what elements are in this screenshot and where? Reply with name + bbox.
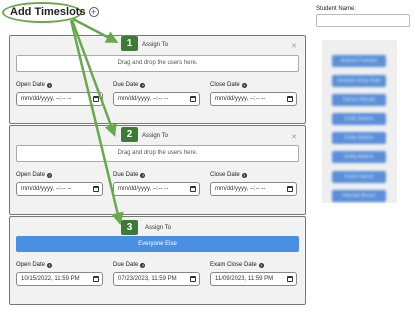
close-date-input[interactable]: mm/dd/yyyy, --:-- --	[210, 92, 297, 106]
student-search-input[interactable]	[316, 14, 410, 27]
open-date-label: Open Date?	[16, 262, 53, 268]
calendar-icon[interactable]	[190, 96, 196, 102]
add-timeslots-header: Add Timeslots +	[10, 6, 99, 18]
everyone-else-button[interactable]: Everyone Else	[16, 236, 299, 252]
open-date-input[interactable]: mm/dd/yyyy, --:-- --	[16, 92, 103, 106]
student-chip[interactable]: Hannah Brown	[332, 190, 386, 202]
due-date-input[interactable]: mm/dd/yyyy, --:-- --	[113, 182, 200, 196]
calendar-icon[interactable]	[287, 276, 293, 282]
due-date-input[interactable]: mm/dd/yyyy, --:-- --	[113, 92, 200, 106]
open-date-label: Open Date?	[16, 172, 53, 178]
student-chip[interactable]: Emily Adams	[332, 151, 386, 163]
close-date-label: Close Date?	[210, 82, 247, 88]
student-chip[interactable]: Emily Adams	[332, 113, 386, 125]
student-chip[interactable]: Antonio Fuentes	[332, 55, 386, 67]
step-badge-3: 3	[121, 220, 138, 235]
help-icon: ?	[241, 82, 247, 88]
due-date-label: Due Date?	[113, 262, 146, 268]
timeslot-panel-3: 3 Assign To Everyone Else Open Date? 10/…	[9, 216, 306, 305]
open-date-input[interactable]: mm/dd/yyyy, --:-- --	[16, 182, 103, 196]
calendar-icon[interactable]	[287, 186, 293, 192]
close-date-label: Close Date?	[210, 172, 247, 178]
close-icon[interactable]: ✕	[291, 133, 297, 141]
close-date-input[interactable]: mm/dd/yyyy, --:-- --	[210, 182, 297, 196]
student-name-label: Student Name:	[316, 6, 357, 12]
exam-close-date-input[interactable]: 11/09/2023, 11:59 PM	[210, 272, 297, 286]
help-icon: ?	[258, 262, 264, 268]
student-chip[interactable]: Emily Adams	[332, 132, 386, 144]
calendar-icon[interactable]	[93, 276, 99, 282]
user-drop-zone[interactable]: Drag and drop the users here.	[16, 55, 299, 72]
user-drop-zone[interactable]: Drag and drop the users here.	[16, 145, 299, 162]
assign-to-label: Assign To	[145, 225, 171, 231]
help-icon: ?	[47, 262, 53, 268]
due-date-label: Due Date?	[113, 82, 146, 88]
help-icon: ?	[140, 172, 146, 178]
calendar-icon[interactable]	[93, 186, 99, 192]
plus-circle-icon[interactable]: +	[88, 7, 99, 17]
open-date-input[interactable]: 10/15/2022, 11:59 PM	[16, 272, 103, 286]
calendar-icon[interactable]	[190, 186, 196, 192]
assign-to-label: Assign To	[142, 42, 168, 48]
help-icon: ?	[47, 172, 53, 178]
help-icon: ?	[140, 262, 146, 268]
page: Add Timeslots + 1 Assign To ✕ Drag and d…	[0, 0, 414, 315]
assign-to-label: Assign To	[142, 133, 168, 139]
page-title: Add Timeslots	[10, 6, 86, 18]
calendar-icon[interactable]	[190, 276, 196, 282]
help-icon: ?	[140, 82, 146, 88]
open-date-label: Open Date?	[16, 82, 53, 88]
calendar-icon[interactable]	[93, 96, 99, 102]
step-badge-1: 1	[121, 36, 138, 51]
student-chip[interactable]: Frank Garcia	[332, 171, 386, 183]
help-icon: ?	[47, 82, 53, 88]
help-icon: ?	[241, 172, 247, 178]
close-icon[interactable]: ✕	[291, 42, 297, 50]
step-badge-2: 2	[121, 127, 138, 142]
timeslot-panel-1: 1 Assign To ✕ Drag and drop the users he…	[9, 35, 306, 124]
exam-close-date-label: Exam Close Date?	[210, 262, 264, 268]
due-date-label: Due Date?	[113, 172, 146, 178]
timeslot-panel-2: 2 Assign To ✕ Drag and drop the users he…	[9, 125, 306, 215]
student-chip[interactable]: Darren Woods	[332, 94, 386, 106]
due-date-input[interactable]: 07/23/2023, 11:59 PM	[113, 272, 200, 286]
student-chip[interactable]: Brandon King-Todd	[332, 75, 386, 87]
calendar-icon[interactable]	[287, 96, 293, 102]
